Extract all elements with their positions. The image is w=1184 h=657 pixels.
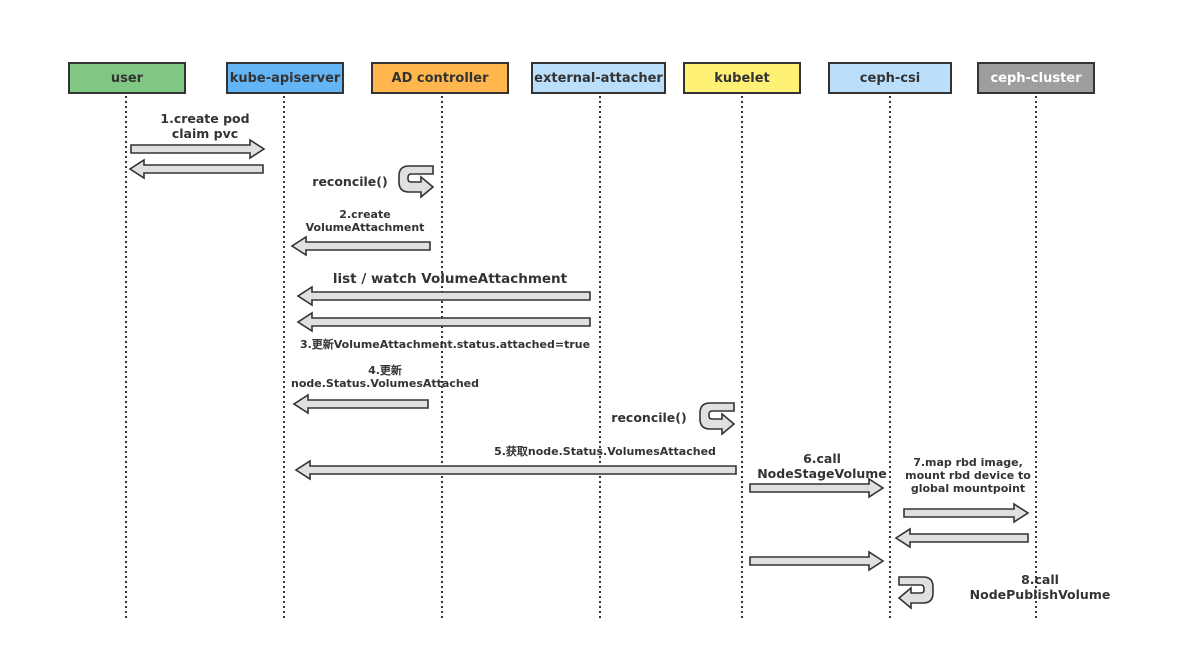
arrow-m1r <box>128 158 264 180</box>
actor-kubelet: kubelet <box>683 62 801 94</box>
self-arrow-r1 <box>398 165 435 199</box>
message-label-m6: 6.call NodeStageVolume <box>757 451 887 481</box>
message-label-m8: 8.call NodePublishVolume <box>969 572 1111 602</box>
arrow-m6 <box>749 477 885 499</box>
self-arrow-r3 <box>897 576 934 610</box>
actor-ceph-csi: ceph-csi <box>828 62 952 94</box>
actor-ceph-cluster: ceph-cluster <box>977 62 1095 94</box>
message-label-r1: reconcile() <box>312 174 388 189</box>
message-label-m3b: 3.更新VolumeAttachment.status.attached=tru… <box>299 338 591 351</box>
message-label-r2: reconcile() <box>611 410 687 425</box>
actor-ad-controller: AD controller <box>371 62 509 94</box>
message-label-m4: 4.更新 node.Status.VolumesAttached <box>291 364 479 390</box>
arrow-m8 <box>749 550 885 572</box>
arrow-m3b <box>296 311 591 333</box>
actor-external-attacher: external-attacher <box>531 62 666 94</box>
arrow-m2 <box>290 235 431 257</box>
sequence-diagram <box>125 96 1037 618</box>
actor-kube-apiserver: kube-apiserver <box>226 62 344 94</box>
self-arrow-r2 <box>699 402 736 436</box>
arrow-m5 <box>294 459 737 481</box>
message-label-m5: 5.获取node.Status.VolumesAttached <box>494 445 716 458</box>
arrow-m3a <box>296 285 591 307</box>
arrow-m7r <box>894 527 1029 549</box>
arrow-m4 <box>292 393 429 415</box>
actor-user: user <box>68 62 186 94</box>
message-label-m2: 2.create VolumeAttachment <box>305 208 425 234</box>
arrow-m7 <box>903 502 1030 524</box>
message-label-m3a: list / watch VolumeAttachment <box>332 271 568 287</box>
message-label-m7: 7.map rbd image, mount rbd device to glo… <box>905 456 1031 495</box>
arrow-m1 <box>130 138 266 160</box>
message-label-m1: 1.create pod claim pvc <box>160 111 250 141</box>
